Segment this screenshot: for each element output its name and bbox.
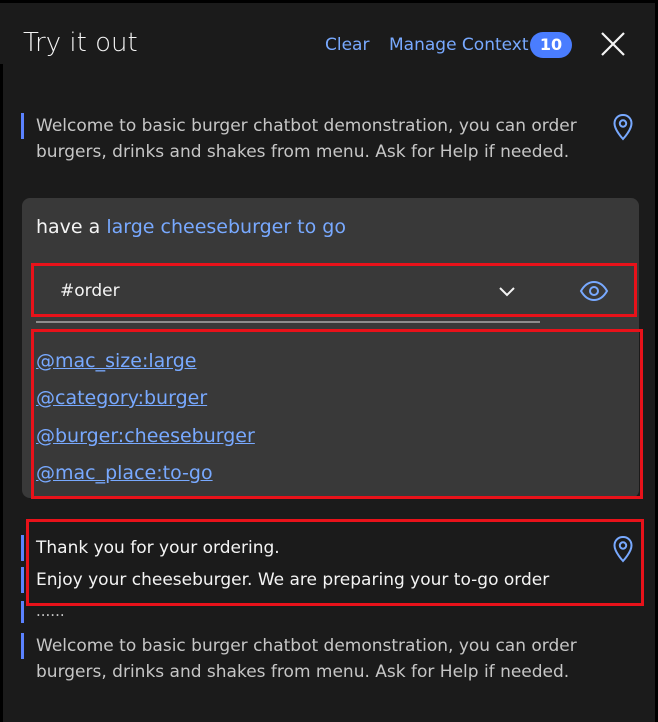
frame-left-border xyxy=(0,64,3,722)
intent-select-underline xyxy=(36,321,540,323)
welcome-message-line: Welcome to basic burger chatbot demonstr… xyxy=(36,116,577,136)
panel-title: Try it out xyxy=(23,28,138,58)
welcome-message: Welcome to basic burger chatbot demonstr… xyxy=(36,113,577,165)
entity-link-mac-place[interactable]: @mac_place:to-go xyxy=(36,462,213,484)
manage-context-button[interactable]: Manage Context xyxy=(389,35,529,55)
message-accent-bar xyxy=(21,633,24,659)
context-count-badge[interactable]: 10 xyxy=(530,32,572,58)
utterance-text: have a xyxy=(36,216,107,238)
message-accent-bar xyxy=(21,567,24,593)
location-pin-icon[interactable] xyxy=(612,113,634,141)
frame-top-border xyxy=(0,0,658,3)
location-pin-icon[interactable] xyxy=(612,535,634,563)
response-ellipsis: ...... xyxy=(36,602,65,620)
response-line-2: Enjoy your cheeseburger. We are preparin… xyxy=(36,570,550,590)
eye-icon[interactable] xyxy=(579,278,609,304)
entity-link-burger[interactable]: @burger:cheeseburger xyxy=(36,425,255,447)
intent-highlight-box xyxy=(31,263,637,317)
close-icon[interactable] xyxy=(600,31,626,57)
response-line-1: Thank you for your ordering. xyxy=(36,538,280,558)
entity-link-mac-size[interactable]: @mac_size:large xyxy=(36,350,197,372)
entity-link-category[interactable]: @category:burger xyxy=(36,387,207,409)
welcome-message-line: burgers, drinks and shakes from menu. As… xyxy=(36,142,570,162)
message-accent-bar xyxy=(21,113,24,139)
welcome-message-repeat: Welcome to basic burger chatbot demonstr… xyxy=(36,633,577,685)
user-utterance: have a large cheeseburger to go xyxy=(36,216,346,238)
message-accent-bar xyxy=(21,535,24,561)
welcome-message-line: Welcome to basic burger chatbot demonstr… xyxy=(36,636,577,656)
message-accent-bar xyxy=(21,601,24,623)
chevron-down-icon[interactable] xyxy=(497,283,517,299)
intent-select-value[interactable]: #order xyxy=(60,281,120,301)
welcome-message-line: burgers, drinks and shakes from menu. As… xyxy=(36,662,570,682)
utterance-entity-highlight[interactable]: large cheeseburger to go xyxy=(106,216,346,238)
clear-button[interactable]: Clear xyxy=(325,35,369,55)
